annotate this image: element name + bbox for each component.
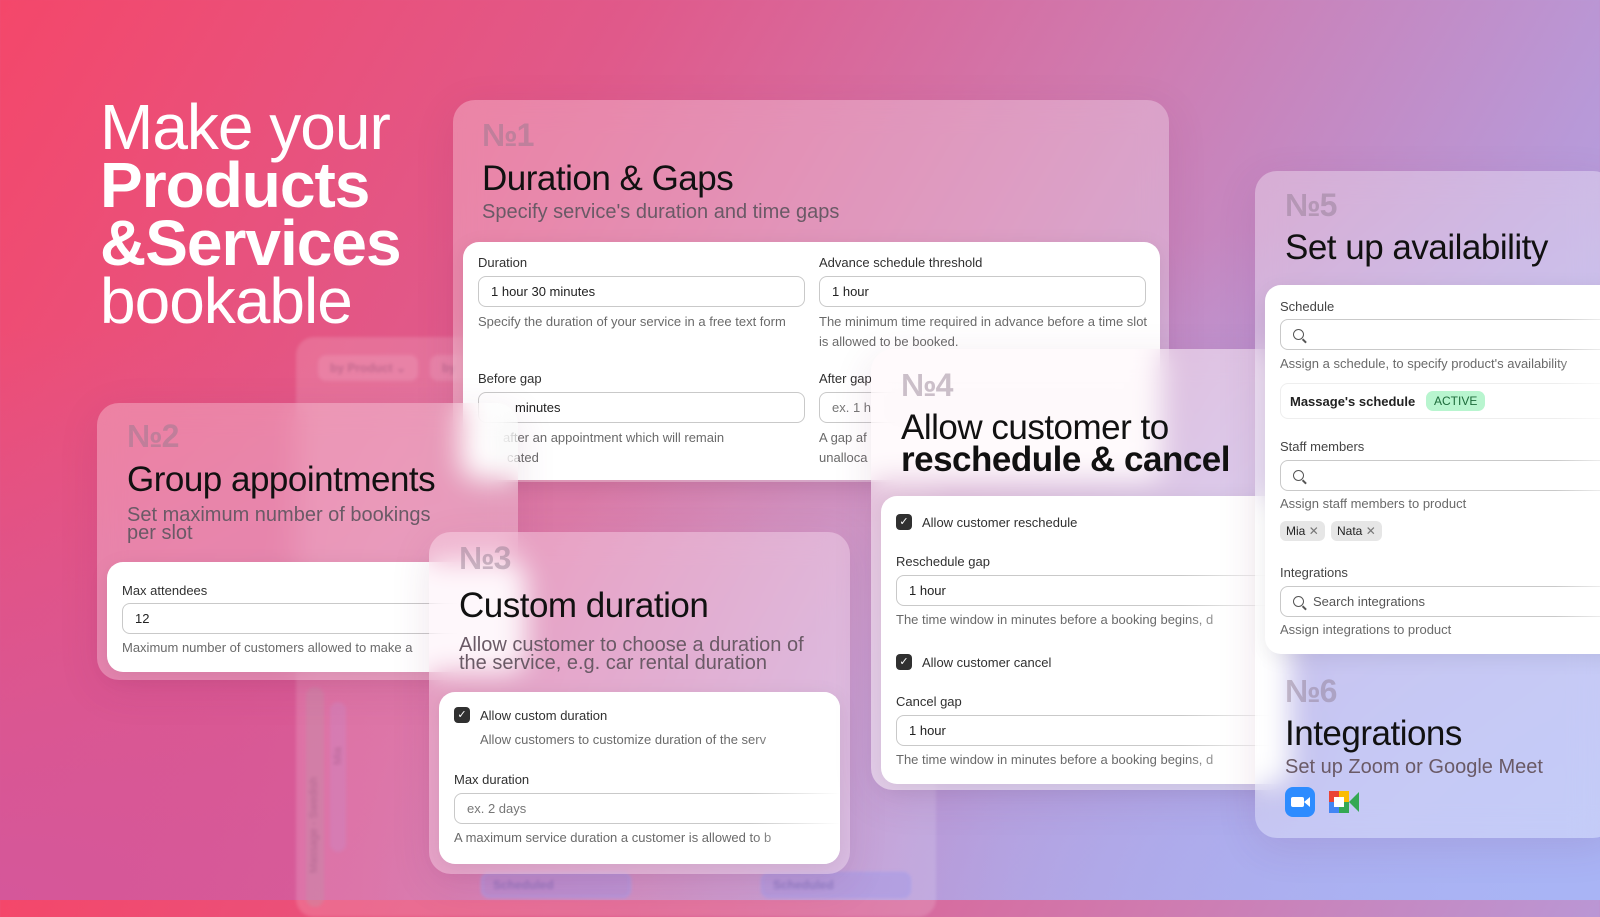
reschedule-gap-label: Reschedule gap	[896, 554, 990, 569]
close-icon[interactable]: ✕	[1309, 524, 1319, 538]
card-number: №3	[459, 540, 511, 576]
staff-label: Mia	[332, 747, 344, 765]
card-title: Duration & Gaps	[482, 159, 734, 198]
max-duration-label: Max duration	[454, 772, 530, 787]
scheduled-block: Scheduled	[761, 872, 911, 898]
search-icon	[1293, 329, 1304, 340]
before-gap-label: Before gap	[478, 371, 542, 386]
advance-threshold-label: Advance schedule threshold	[819, 255, 983, 270]
allow-reschedule-label: Allow customer reschedule	[922, 515, 1078, 530]
headline-line: Make your	[100, 91, 391, 163]
duration-label: Duration	[478, 255, 528, 270]
max-attendees-help: Maximum number of customers allowed to m…	[122, 640, 413, 655]
zoom-icon	[1285, 787, 1315, 817]
allow-custom-duration-help: Allow customers to customize duration of…	[480, 732, 767, 747]
cancel-gap-label: Cancel gap	[896, 694, 962, 709]
schedule-search-input[interactable]	[1280, 319, 1600, 350]
staff-label: Staff members	[1280, 439, 1365, 454]
duration-help: Specify the duration of your service in …	[478, 314, 786, 329]
headline: Make your Products &Services bookable	[100, 91, 402, 337]
scheduled-block: Scheduled	[481, 872, 631, 898]
reschedule-form: ✓ Allow customer reschedule Reschedule g…	[881, 496, 1291, 784]
before-gap-input[interactable]: minutes	[478, 392, 805, 423]
staff-tag[interactable]: Nata ✕	[1331, 521, 1382, 541]
card-title: Custom duration	[459, 586, 709, 625]
card-subtitle: Allow customer to choose a duration of t…	[459, 634, 804, 674]
reschedule-gap-help: The time window in minutes before a book…	[896, 612, 1214, 627]
fade-overlay	[750, 692, 840, 864]
availability-form: Schedule Assign a schedule, to specify p…	[1265, 285, 1600, 654]
filter-label: by Product	[330, 361, 393, 375]
search-icon	[1293, 470, 1304, 481]
card-title: Group appointments	[127, 460, 436, 499]
headline-line: &Services	[100, 207, 402, 279]
advance-threshold-input[interactable]: 1 hour	[819, 276, 1146, 307]
tag-label: Mia	[1286, 524, 1306, 538]
integrations-help: Assign integrations to product	[1280, 622, 1452, 637]
card-title: Set up availability	[1285, 228, 1548, 267]
card-subtitle: Set maximum number of bookings per slot	[127, 504, 431, 544]
card-reschedule-cancel: №4 Allow customer to reschedule & cancel…	[871, 349, 1291, 790]
google-meet-icon	[1329, 791, 1359, 813]
staff-search-input[interactable]	[1280, 460, 1600, 491]
advance-threshold-help: The minimum time required in advance bef…	[819, 314, 1148, 349]
card-number: №2	[127, 418, 179, 454]
resource-label: Massage - Swedish	[308, 777, 320, 873]
max-duration-help: A maximum service duration a customer is…	[454, 830, 772, 845]
status-badge: ACTIVE	[1426, 391, 1486, 411]
filter-by-product: by Product ⌄	[318, 355, 419, 381]
cancel-gap-help: The time window in minutes before a book…	[896, 752, 1214, 767]
staff-help: Assign staff members to product	[1280, 496, 1467, 511]
allow-reschedule-checkbox[interactable]: ✓	[896, 514, 912, 530]
card-number: №6	[1285, 673, 1337, 709]
close-icon[interactable]: ✕	[1366, 524, 1376, 538]
schedule-help: Assign a schedule, to specify product's …	[1280, 356, 1568, 371]
after-gap-label: After gap	[819, 371, 872, 386]
card-number: №1	[482, 117, 534, 153]
max-attendees-label: Max attendees	[122, 583, 208, 598]
tag-label: Nata	[1337, 524, 1363, 538]
card-custom-duration: №3 Custom duration Allow customer to cho…	[429, 532, 850, 874]
allow-custom-duration-checkbox[interactable]: ✓	[454, 707, 470, 723]
allow-cancel-label: Allow customer cancel	[922, 655, 1052, 670]
card-number: №4	[901, 367, 953, 403]
card-title: reschedule & cancel	[901, 440, 1231, 479]
headline-line: Products	[100, 149, 370, 221]
before-gap-help: after an appointment which will remain	[503, 430, 725, 445]
integrations-search-input[interactable]: Search integrations	[1280, 586, 1600, 617]
search-icon	[1293, 596, 1304, 607]
headline-line: bookable	[100, 265, 353, 337]
allow-custom-duration-label: Allow custom duration	[480, 708, 608, 723]
integrations-label: Integrations	[1280, 565, 1348, 580]
staff-tag[interactable]: Mia ✕	[1280, 521, 1325, 541]
selected-schedule[interactable]: Massage's schedule ACTIVE	[1280, 383, 1600, 419]
schedule-label: Schedule	[1280, 299, 1335, 314]
custom-duration-form: ✓ Allow custom duration Allow customers …	[439, 692, 840, 864]
staff-column	[330, 702, 346, 852]
card-subtitle: Set up Zoom or Google Meet	[1285, 756, 1543, 778]
after-gap-help: A gap af	[819, 430, 867, 445]
allow-cancel-checkbox[interactable]: ✓	[896, 654, 912, 670]
card-title: Integrations	[1285, 714, 1462, 753]
card-subtitle: Specify service's duration and time gaps	[482, 201, 840, 223]
fade-overlay	[1555, 285, 1600, 654]
card-availability: №5 Set up availability Schedule Assign a…	[1255, 171, 1600, 838]
duration-input[interactable]: 1 hour 30 minutes	[478, 276, 805, 307]
schedule-name: Massage's schedule	[1290, 394, 1416, 409]
integrations-placeholder: Search integrations	[1313, 594, 1426, 609]
after-gap-help: unalloca	[819, 450, 868, 465]
card-number: №5	[1285, 187, 1337, 223]
